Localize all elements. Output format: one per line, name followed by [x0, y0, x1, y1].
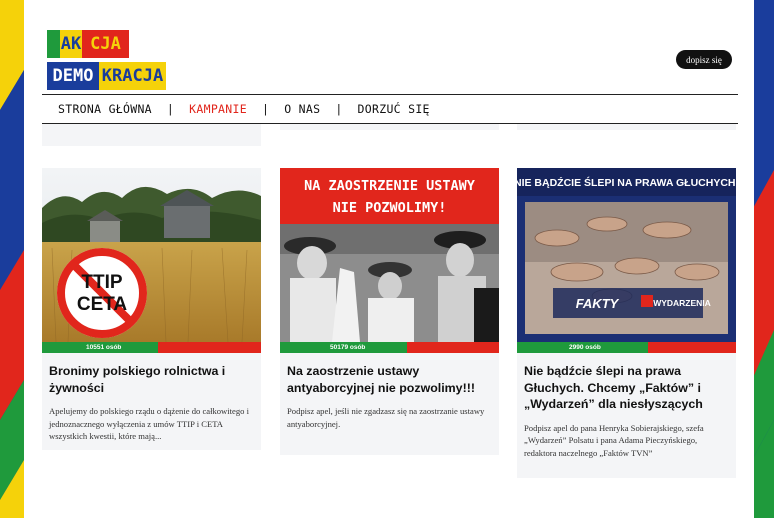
- campaign-image-ttip[interactable]: TTIP CETA: [42, 168, 261, 342]
- signature-progress-bar: 2990 osób: [517, 342, 736, 353]
- nav-separator: |: [166, 102, 175, 116]
- right-decorative-stripe: [752, 0, 776, 518]
- progress-remainder: [158, 342, 261, 353]
- logo-green-block: [47, 30, 60, 58]
- nav-item-home[interactable]: STRONA GŁÓWNA: [58, 102, 152, 116]
- nav-item-donate[interactable]: DORZUĆ SIĘ: [358, 102, 430, 116]
- signature-progress-bar: 10551 osób: [42, 342, 261, 353]
- progress-remainder: [407, 342, 499, 353]
- nav-separator: |: [335, 102, 343, 116]
- signature-count: 50179 osób: [330, 344, 366, 351]
- nav-separator: |: [261, 102, 270, 116]
- ceta-label: CETA: [77, 294, 128, 315]
- fakty-logo: FAKTY: [576, 296, 620, 311]
- logo-part: DEMO: [47, 62, 99, 90]
- page: AK CJA DEMO KRACJA dopisz się STRONA GŁÓ…: [24, 0, 754, 518]
- signature-progress-bar: 50179 osób: [280, 342, 499, 353]
- logo-part: AK: [60, 30, 82, 58]
- campaign-image-abortion-law[interactable]: NA ZAOSTRZENIE USTAWY NIE POZWOLIMY!: [280, 168, 499, 342]
- main-nav: STRONA GŁÓWNA | KAMPANIE | O NAS | DORZU…: [42, 94, 738, 124]
- signup-button[interactable]: dopisz się: [676, 50, 732, 69]
- image-headline: NIE BĄDŹCIE ŚLEPI NA PRAWA GŁUCHYCH!: [517, 176, 736, 189]
- campaign-card[interactable]: TTIP CETA 10551 osób Bronimy polskiego r…: [42, 168, 261, 450]
- card-remnant: [42, 124, 261, 146]
- campaign-description: Podpisz apel do pana Henryka Sobierajski…: [524, 422, 704, 458]
- campaign-image-deaf-rights[interactable]: NIE BĄDŹCIE ŚLEPI NA PRAWA GŁUCHYCH! FAK…: [517, 168, 736, 342]
- wydarzenia-logo: WYDARZENIA: [653, 298, 711, 308]
- logo-part: KRACJA: [99, 62, 166, 90]
- card-remnant: [517, 124, 736, 130]
- image-headline-line2: NIE POZWOLIMY!: [333, 200, 447, 216]
- campaign-description: Apelujemy do polskiego rządu o dążenie d…: [49, 406, 249, 442]
- nav-item-campaigns[interactable]: KAMPANIE: [189, 102, 247, 116]
- card-remnant: [280, 124, 499, 130]
- signature-count: 2990 osób: [569, 344, 601, 351]
- campaign-description: Podpisz apel, jeśli nie zgadzasz się na …: [287, 406, 485, 429]
- campaign-title[interactable]: Bronimy polskiego rolnictwa i żywności: [42, 353, 261, 396]
- akcja-demokracja-logo[interactable]: AK CJA DEMO KRACJA: [47, 30, 167, 90]
- left-decorative-stripe: [0, 0, 24, 518]
- image-headline-line1: NA ZAOSTRZENIE USTAWY: [304, 178, 476, 194]
- campaign-card[interactable]: NIE BĄDŹCIE ŚLEPI NA PRAWA GŁUCHYCH! FAK…: [517, 168, 736, 478]
- logo-part: CJA: [82, 30, 129, 58]
- campaign-card[interactable]: NA ZAOSTRZENIE USTAWY NIE POZWOLIMY! 501…: [280, 168, 499, 455]
- campaign-title[interactable]: Nie bądźcie ślepi na prawa Głuchych. Chc…: [517, 353, 736, 413]
- signature-count: 10551 osób: [86, 344, 122, 351]
- nav-item-about[interactable]: O NAS: [284, 102, 320, 116]
- ttip-label: TTIP: [81, 272, 122, 293]
- campaign-title[interactable]: Na zaostrzenie ustawy antyaborcyjnej nie…: [280, 353, 499, 396]
- progress-remainder: [648, 342, 736, 353]
